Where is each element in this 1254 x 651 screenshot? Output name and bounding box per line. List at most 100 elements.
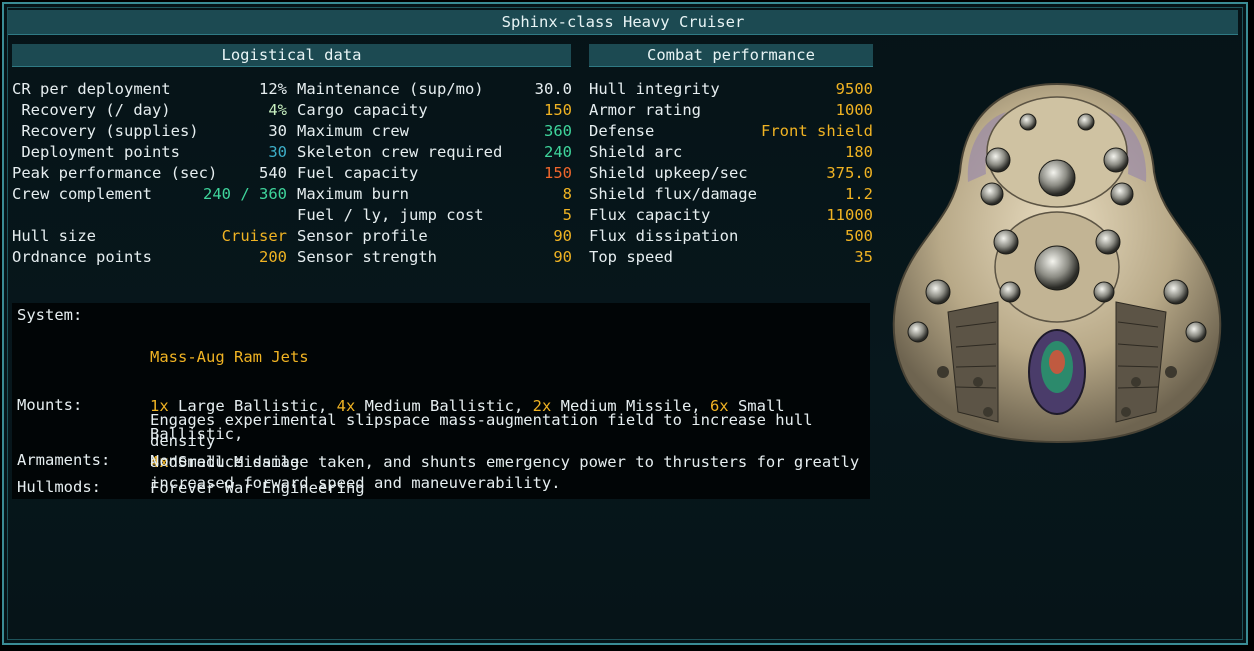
logistics-stat-value: 240 xyxy=(544,143,572,161)
logistics-stat-label: Crew complement xyxy=(12,185,152,203)
logistics-stat-label: Maximum crew xyxy=(297,122,409,140)
combat-stat-row: Shield flux/damage 1.2 xyxy=(589,184,873,205)
combat-stat-label: Flux capacity xyxy=(589,206,711,224)
logistics-stat-row: Maximum crew 360 xyxy=(297,121,572,142)
dialog-title: Sphinx-class Heavy Cruiser xyxy=(8,10,1238,35)
logistics-stat-row: Fuel / ly, jump cost 5 xyxy=(297,205,572,226)
hullmods-label: Hullmods: xyxy=(17,478,101,496)
mount-count: 4x xyxy=(336,397,356,415)
combat-stat-value: 11000 xyxy=(826,206,873,224)
logistics-stat-label: Sensor strength xyxy=(297,248,437,266)
combat-stat-label: Armor rating xyxy=(589,101,701,119)
logistics-stat-value: 150 xyxy=(544,164,572,182)
logistics-stat-label: Cargo capacity xyxy=(297,101,428,119)
logistics-stat-value: 150 xyxy=(544,101,572,119)
combat-stat-value: 500 xyxy=(845,227,873,245)
logistics-stat-value: 8 xyxy=(562,185,572,203)
logistics-stat-label: Recovery (/ day) xyxy=(12,101,171,119)
logistics-stat-value: 540 xyxy=(259,164,287,182)
combat-stat-row: Hull integrity 9500 xyxy=(589,79,873,100)
logistics-stat-label: Fuel capacity xyxy=(297,164,419,182)
logistics-stat-value: 200 xyxy=(259,248,287,266)
mount-type: Medium Ballistic, xyxy=(355,397,533,415)
combat-header: Combat performance xyxy=(589,44,873,67)
combat-stat-row: Flux capacity 11000 xyxy=(589,205,873,226)
logistics-stat-row: Peak performance (sec) 540 xyxy=(12,163,287,184)
logistics-stat-row: Fuel capacity 150 xyxy=(297,163,572,184)
logistics-stat-row: Maximum burn 8 xyxy=(297,184,572,205)
combat-stat-label: Hull integrity xyxy=(589,80,720,98)
mounts-label: Mounts: xyxy=(17,396,83,414)
hullmods-row: Hullmods: Forever War Engineering xyxy=(12,478,870,500)
logistics-stat-value: 240 / 360 xyxy=(203,185,287,203)
logistics-stat-label: Fuel / ly, jump cost xyxy=(297,206,484,224)
ship-details-panel: System: Mass-Aug Ram Jets Engages experi… xyxy=(12,303,870,499)
logistics-stat-row: Ordnance points 200 xyxy=(12,247,287,268)
armaments-label: Armaments: xyxy=(17,451,111,469)
logistics-stat-row: Recovery (/ day) 4% xyxy=(12,100,287,121)
combat-stat-row: Top speed 35 xyxy=(589,247,873,268)
combat-stat-value: Front shield xyxy=(761,122,873,140)
combat-stat-value: 9500 xyxy=(835,80,873,98)
combat-stat-value: 1000 xyxy=(835,101,873,119)
logistics-stat-row: Sensor strength 90 xyxy=(297,247,572,268)
system-name: Mass-Aug Ram Jets xyxy=(150,348,309,366)
logistics-stat-label: Peak performance (sec) xyxy=(12,164,218,182)
combat-stat-row: Shield arc 180 xyxy=(589,142,873,163)
combat-stat-label: Top speed xyxy=(589,248,673,266)
logistics-stat-row: Deployment points 30 xyxy=(12,142,287,163)
combat-stat-row: Flux dissipation 500 xyxy=(589,226,873,247)
mount-count: 6x xyxy=(709,397,729,415)
logistics-header: Logistical data xyxy=(12,44,571,67)
logistics-stat-label: Maintenance (sup/mo) xyxy=(297,80,484,98)
logistics-stat-label: Deployment points xyxy=(12,143,180,161)
logistics-stat-label: Recovery (supplies) xyxy=(12,122,199,140)
logistics-stat-value: Cruiser xyxy=(221,227,287,245)
mounts-row: Mounts: 1x Large Ballistic, 4x Medium Ba… xyxy=(12,395,870,471)
logistics-stat-value: 5 xyxy=(562,206,572,224)
mount-type: Medium Missile, xyxy=(551,397,710,415)
combat-stat-label: Shield flux/damage xyxy=(589,185,757,203)
logistics-stat-label: Hull size xyxy=(12,227,96,245)
mount-count: 1x xyxy=(150,397,169,415)
combat-stat-value: 375.0 xyxy=(826,164,873,182)
combat-stat-row: Shield upkeep/sec 375.0 xyxy=(589,163,873,184)
ship-sprite-svg xyxy=(892,82,1222,444)
armaments-row: Armaments: None xyxy=(12,451,870,473)
logistics-stat-row: Sensor profile 90 xyxy=(297,226,572,247)
combat-stat-label: Defense xyxy=(589,122,655,140)
hullmods-value: Forever War Engineering xyxy=(150,479,365,497)
logistics-stat-value: 4% xyxy=(268,101,287,119)
logistics-stat-value: 30.0 xyxy=(534,80,572,98)
logistics-stat-row: Maintenance (sup/mo) 30.0 xyxy=(297,79,572,100)
logistics-stat-row: CR per deployment 12% xyxy=(12,79,287,100)
logistics-stat-label: CR per deployment xyxy=(12,80,171,98)
logistics-stat-row: Skeleton crew required 240 xyxy=(297,142,572,163)
logistics-stat-label: Maximum burn xyxy=(297,185,409,203)
logistics-stat-label: Ordnance points xyxy=(12,248,152,266)
logistics-stat-value: 90 xyxy=(553,248,572,266)
combat-stat-row: Defense Front shield xyxy=(589,121,873,142)
combat-stat-label: Shield arc xyxy=(589,143,683,161)
logistics-stat-label: Skeleton crew required xyxy=(297,143,503,161)
logistics-stat-row: Recovery (supplies) 30 xyxy=(12,121,287,142)
mount-type: Large Ballistic, xyxy=(168,397,337,415)
logistics-stat-value: 12% xyxy=(259,80,287,98)
system-label: System: xyxy=(17,306,83,324)
system-row: System: Mass-Aug Ram Jets Engages experi… xyxy=(12,305,870,492)
logistics-stat-row: Hull size Cruiser xyxy=(12,226,287,247)
logistics-stat-value: 30 xyxy=(268,143,287,161)
mount-count: 2x xyxy=(532,397,552,415)
ship-sprite-image xyxy=(888,82,1226,444)
combat-stat-value: 35 xyxy=(854,248,873,266)
combat-stat-label: Shield upkeep/sec xyxy=(589,164,748,182)
combat-stat-label: Flux dissipation xyxy=(589,227,739,245)
armaments-value: None xyxy=(150,452,188,470)
logistics-stat-value: 90 xyxy=(553,227,572,245)
logistics-stat-value: 360 xyxy=(544,122,572,140)
combat-stat-value: 180 xyxy=(845,143,873,161)
logistics-stat-row xyxy=(12,205,287,226)
logistics-stat-value: 30 xyxy=(268,122,287,140)
combat-stat-value: 1.2 xyxy=(845,185,873,203)
logistics-stat-label: Sensor profile xyxy=(297,227,428,245)
